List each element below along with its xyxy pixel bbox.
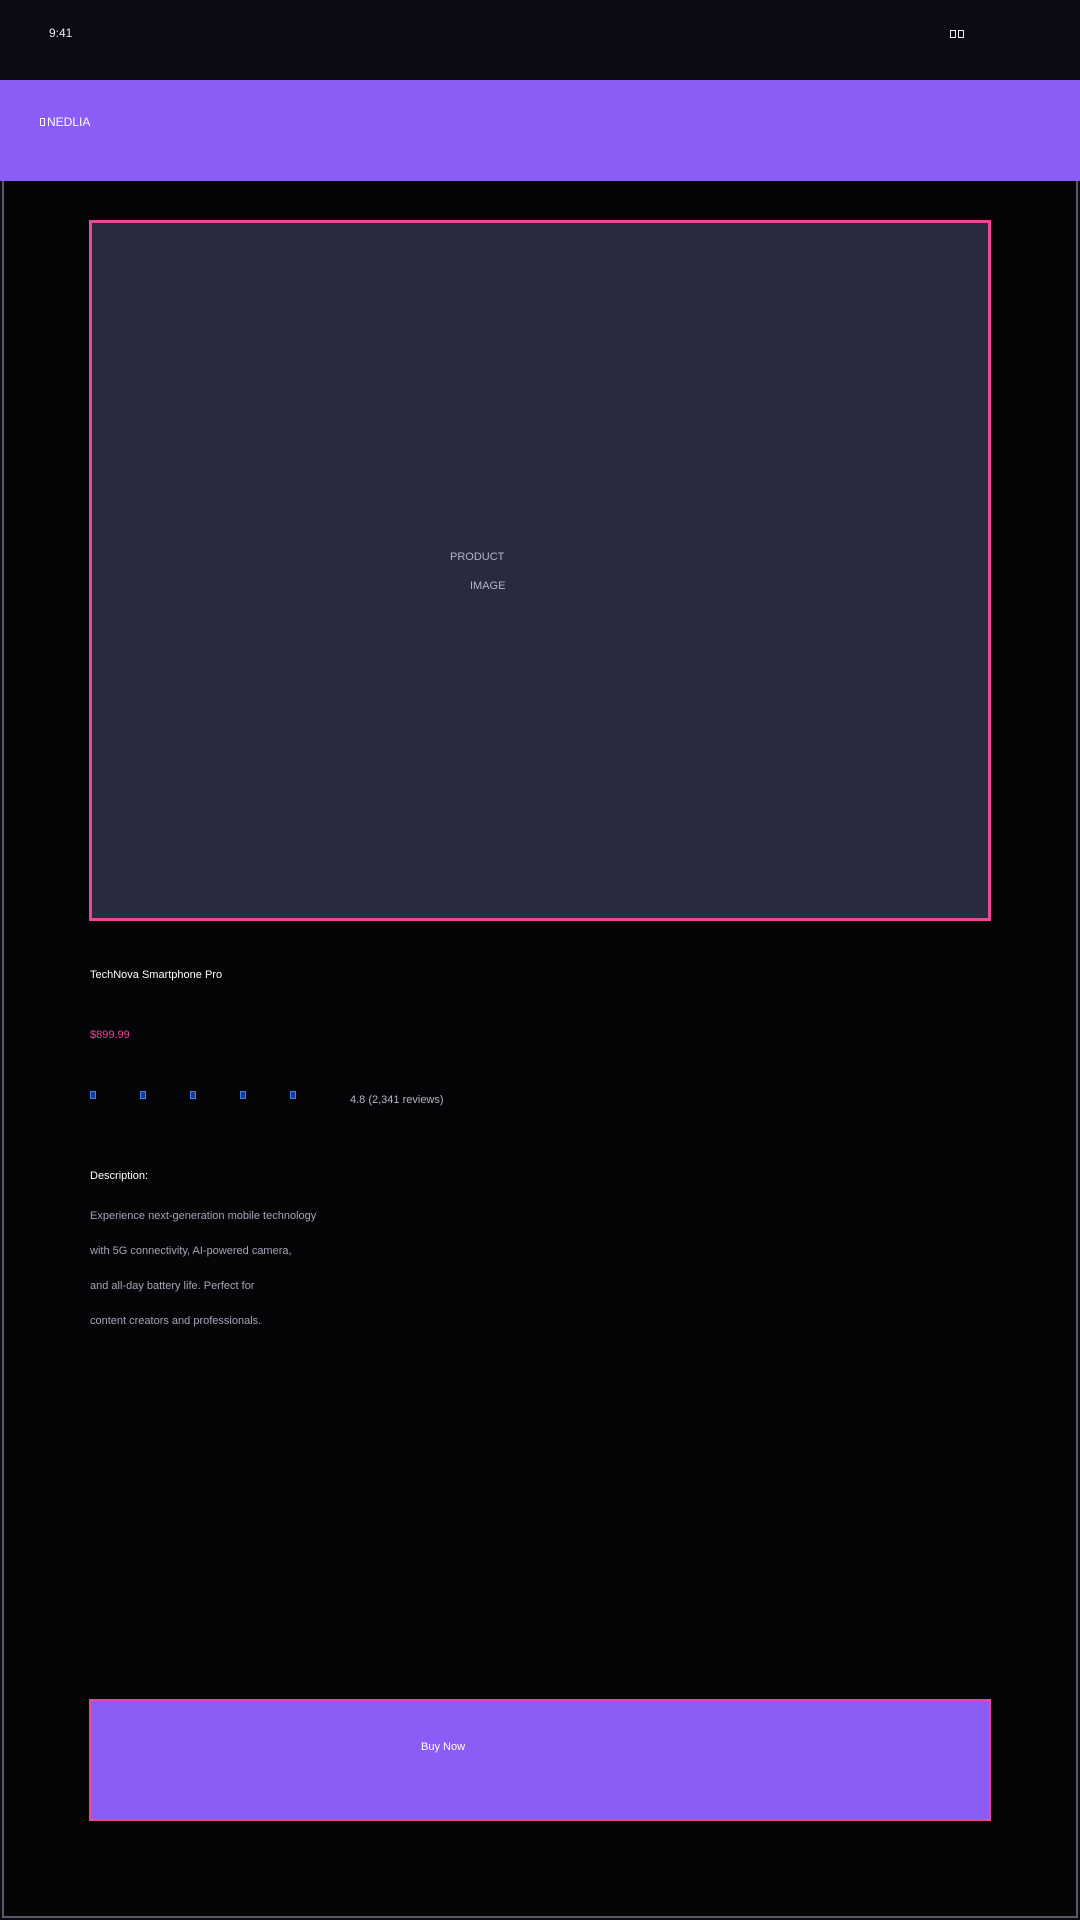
product-image-label-line1: PRODUCT: [450, 551, 505, 563]
star-icon: [290, 1091, 296, 1099]
buy-now-button[interactable]: Buy Now: [89, 1699, 991, 1821]
battery-icon: [958, 30, 964, 38]
description-line: Experience next-generation mobile techno…: [90, 1210, 317, 1222]
rating-text: 4.8 (2,341 reviews): [350, 1094, 444, 1106]
description-line: and all-day battery life. Perfect for: [90, 1280, 255, 1292]
description-line: content creators and professionals.: [90, 1315, 262, 1327]
product-image[interactable]: [89, 220, 991, 921]
status-icons: [950, 30, 964, 38]
buy-now-label: Buy Now: [421, 1741, 466, 1753]
star-icon: [240, 1091, 246, 1099]
brand[interactable]: NEDLIA: [40, 115, 90, 129]
app-header: NEDLIA: [0, 80, 1080, 181]
brand-name: NEDLIA: [47, 115, 91, 129]
logo-icon: [40, 118, 45, 126]
status-bar: 9:41: [0, 0, 1080, 80]
signal-icon: [950, 30, 956, 38]
product-price: $899.99: [90, 1029, 130, 1041]
description-heading: Description:: [90, 1170, 149, 1182]
product-title: TechNova Smartphone Pro: [90, 969, 223, 981]
star-icon: [90, 1091, 96, 1099]
star-icon: [140, 1091, 146, 1099]
star-icon: [190, 1091, 196, 1099]
description-line: with 5G connectivity, AI-powered camera,: [90, 1245, 292, 1257]
status-time: 9:41: [49, 26, 73, 40]
product-image-label-line2: IMAGE: [470, 580, 506, 592]
